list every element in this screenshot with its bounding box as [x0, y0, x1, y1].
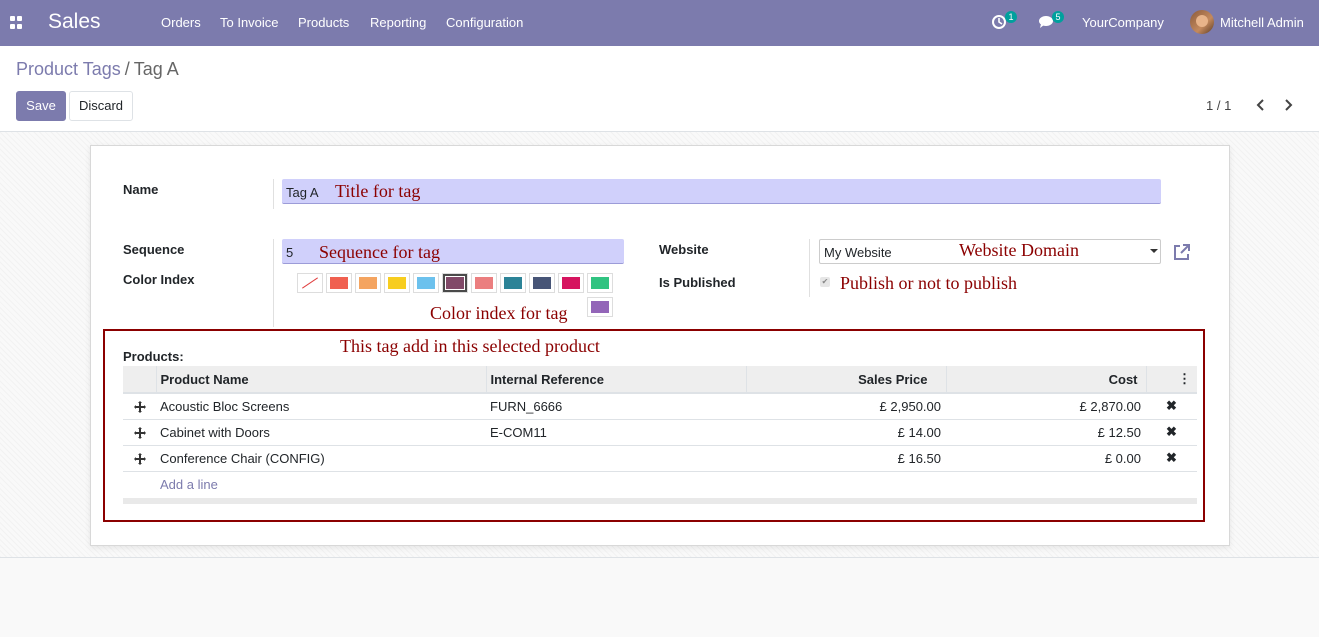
- breadcrumb-current: Tag A: [133, 59, 179, 79]
- menu-orders[interactable]: Orders: [161, 15, 201, 30]
- optional-columns-icon[interactable]: ⋮: [1146, 366, 1197, 394]
- annotation-website: Website Domain: [959, 240, 1080, 260]
- sales-price-cell[interactable]: £ 16.50: [746, 445, 946, 472]
- menu-products[interactable]: Products: [298, 15, 349, 30]
- color-swatch-8[interactable]: [529, 273, 555, 293]
- control-panel: Product Tags / Tag A Save Discard 1 / 1: [0, 46, 1319, 132]
- table-row[interactable]: Acoustic Bloc Screens FURN_6666 £ 2,950.…: [123, 393, 1197, 420]
- drag-handle-icon[interactable]: [123, 445, 156, 472]
- products-table: Product Name Internal Reference Sales Pr…: [123, 366, 1197, 497]
- drag-handle-icon[interactable]: [123, 393, 156, 420]
- menu-to-invoice[interactable]: To Invoice: [220, 15, 279, 30]
- message-count-badge: 5: [1052, 11, 1064, 23]
- app-name[interactable]: Sales: [48, 10, 101, 34]
- empty-cell: [946, 471, 1146, 497]
- sequence-label: Sequence: [123, 242, 185, 257]
- save-button[interactable]: Save: [16, 91, 66, 121]
- empty-cell: [486, 471, 746, 497]
- drag-handle-icon[interactable]: [123, 419, 156, 446]
- color-swatch-9[interactable]: [558, 273, 584, 293]
- cost-cell[interactable]: £ 12.50: [946, 419, 1146, 446]
- color-swatch-2[interactable]: [355, 273, 381, 293]
- column-product-name[interactable]: Product Name: [156, 366, 487, 394]
- sales-price-cell[interactable]: £ 2,950.00: [746, 393, 946, 420]
- divider: [273, 239, 274, 327]
- delete-row-icon[interactable]: ✖: [1146, 419, 1197, 446]
- pager-previous-icon[interactable]: [1254, 98, 1268, 112]
- external-link-icon[interactable]: [1172, 242, 1192, 262]
- breadcrumb: Product Tags / Tag A: [16, 59, 179, 80]
- user-menu[interactable]: Mitchell Admin: [1220, 15, 1304, 30]
- activity-count-badge: 1: [1005, 11, 1017, 23]
- table-header-row: Product Name Internal Reference Sales Pr…: [123, 366, 1197, 394]
- handle-column-header: [123, 366, 157, 394]
- sales-price-cell[interactable]: £ 14.00: [746, 419, 946, 446]
- delete-row-icon[interactable]: ✖: [1146, 445, 1197, 472]
- top-navbar: Sales Orders To Invoice Products Reporti…: [0, 0, 1319, 46]
- color-swatch-none[interactable]: [297, 273, 323, 293]
- add-line-row: Add a line: [123, 471, 1197, 497]
- column-internal-reference[interactable]: Internal Reference: [486, 366, 747, 394]
- color-swatch-10[interactable]: [587, 273, 613, 293]
- annotation-color: Color index for tag: [430, 303, 568, 323]
- menu-reporting[interactable]: Reporting: [370, 15, 426, 30]
- internal-reference-cell[interactable]: [486, 445, 746, 472]
- name-label: Name: [123, 182, 159, 197]
- color-swatch-6[interactable]: [471, 273, 497, 293]
- pager-next-icon[interactable]: [1281, 98, 1295, 112]
- empty-cell: [123, 471, 156, 497]
- cost-cell[interactable]: £ 2,870.00: [946, 393, 1146, 420]
- table-row[interactable]: Cabinet with Doors E-COM11 £ 14.00 £ 12.…: [123, 419, 1197, 446]
- color-swatch-4[interactable]: [413, 273, 439, 293]
- column-cost[interactable]: Cost: [946, 366, 1147, 394]
- color-swatch-1[interactable]: [326, 273, 352, 293]
- product-name-cell[interactable]: Acoustic Bloc Screens: [156, 393, 486, 420]
- internal-reference-cell[interactable]: FURN_6666: [486, 393, 746, 420]
- empty-cell: [1146, 471, 1197, 497]
- products-label: Products:: [123, 349, 184, 364]
- user-avatar[interactable]: [1190, 10, 1214, 34]
- annotation-title: Title for tag: [335, 181, 421, 201]
- annotation-sequence: Sequence for tag: [319, 242, 440, 262]
- chevron-down-icon[interactable]: [1150, 249, 1158, 253]
- is-published-checkbox[interactable]: ✔: [820, 277, 830, 287]
- color-index-label: Color Index: [123, 272, 195, 287]
- cost-cell[interactable]: £ 0.00: [946, 445, 1146, 472]
- color-swatch-11[interactable]: [587, 297, 613, 317]
- color-swatch-5-selected[interactable]: [442, 273, 468, 293]
- apps-menu-icon[interactable]: [10, 16, 24, 30]
- product-name-cell[interactable]: Conference Chair (CONFIG): [156, 445, 486, 472]
- table-row[interactable]: Conference Chair (CONFIG) £ 16.50 £ 0.00…: [123, 445, 1197, 472]
- breadcrumb-product-tags[interactable]: Product Tags: [16, 59, 121, 79]
- is-published-label: Is Published: [659, 275, 736, 290]
- annotation-publish: Publish or not to publish: [840, 273, 1018, 293]
- color-swatch-3[interactable]: [384, 273, 410, 293]
- delete-row-icon[interactable]: ✖: [1146, 393, 1197, 420]
- table-footer: [123, 498, 1197, 504]
- website-label: Website: [659, 242, 709, 257]
- pager-value: 1 / 1: [1206, 98, 1232, 113]
- divider: [809, 239, 810, 297]
- add-line-link[interactable]: Add a line: [156, 471, 486, 497]
- internal-reference-cell[interactable]: E-COM11: [486, 419, 746, 446]
- annotation-products: This tag add in this selected product: [340, 336, 600, 356]
- breadcrumb-separator: /: [124, 59, 130, 79]
- product-name-cell[interactable]: Cabinet with Doors: [156, 419, 486, 446]
- divider: [273, 179, 274, 209]
- company-switcher[interactable]: YourCompany: [1082, 15, 1164, 30]
- column-sales-price[interactable]: Sales Price: [746, 366, 947, 394]
- color-swatch-7[interactable]: [500, 273, 526, 293]
- menu-configuration[interactable]: Configuration: [446, 15, 523, 30]
- discard-button[interactable]: Discard: [69, 91, 133, 121]
- empty-cell: [746, 471, 946, 497]
